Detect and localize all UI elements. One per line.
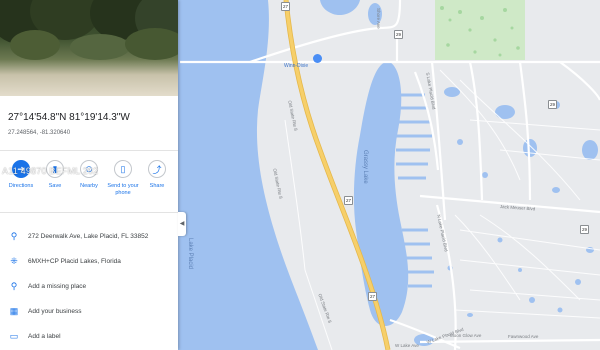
plus-code-icon: ⁜ xyxy=(10,255,18,266)
add-place-icon: ⚲ xyxy=(10,280,18,291)
highway-shield-27: 27 xyxy=(368,292,377,301)
nearby-icon: ⊙ xyxy=(80,160,98,178)
highway-shield-27: 27 xyxy=(344,196,353,205)
nearby-button[interactable]: ⊙ Nearby xyxy=(72,160,106,190)
phone-icon: ▯ xyxy=(114,160,132,178)
share-button[interactable]: ⤴ Share xyxy=(140,160,174,190)
address-row[interactable]: ⚲ 272 Deerwalk Ave, Lake Placid, FL 3385… xyxy=(0,226,178,246)
collapse-panel-button[interactable]: ◀ xyxy=(178,212,186,236)
label-icon: ▭ xyxy=(9,330,19,341)
chevron-left-icon: ◀ xyxy=(179,221,185,227)
poi-label[interactable]: Winn-Dixie xyxy=(284,63,308,69)
directions-button[interactable]: ➜ Directions xyxy=(4,160,38,190)
add-missing-place-row[interactable]: ⚲ Add a missing place xyxy=(0,276,178,296)
share-icon: ⤴ xyxy=(148,160,166,178)
road-label: Moon Glow Ave xyxy=(450,333,482,338)
water-label-grassy-lake: Grassy Lake xyxy=(362,150,368,184)
highway-shield-29: 29 xyxy=(394,30,403,39)
place-photo[interactable] xyxy=(0,0,178,96)
water-label-lake-placid: Lake Placid xyxy=(187,238,193,270)
add-business-row[interactable]: ▦ Add your business xyxy=(0,301,178,321)
save-button[interactable]: ▮ Save xyxy=(38,160,72,190)
highway-shield-29: 29 xyxy=(580,225,589,234)
action-bar: ➜ Directions ▮ Save ⊙ Nearby ▯ Send to y… xyxy=(4,160,174,208)
business-icon: ▦ xyxy=(9,305,19,316)
poi-pin-icon[interactable] xyxy=(313,54,322,63)
highway-shield-29: 29 xyxy=(548,100,557,109)
location-pin-icon: ⚲ xyxy=(10,230,18,241)
divider xyxy=(0,212,178,213)
highway-shield-27: 27 xyxy=(281,2,290,11)
bookmark-icon: ▮ xyxy=(46,160,64,178)
place-panel: 27°14'54.8"N 81°19'14.3"W 27.248564, -81… xyxy=(0,0,178,350)
add-label-row[interactable]: ▭ Add a label xyxy=(0,326,178,346)
plus-code-row[interactable]: ⁜ 6MXH+CP Placid Lakes, Florida xyxy=(0,251,178,271)
road-label: Fawnwood Ave xyxy=(508,334,539,339)
road-label: W Lake Ave xyxy=(395,343,419,348)
road-label: Shore Ave xyxy=(376,8,381,29)
divider xyxy=(0,150,178,151)
send-to-phone-button[interactable]: ▯ Send to your phone xyxy=(106,160,140,197)
coordinates-title: 27°14'54.8"N 81°19'14.3"W xyxy=(8,112,130,123)
decimal-coordinates[interactable]: 27.248564, -81.320640 xyxy=(8,130,70,136)
directions-icon: ➜ xyxy=(12,160,30,178)
